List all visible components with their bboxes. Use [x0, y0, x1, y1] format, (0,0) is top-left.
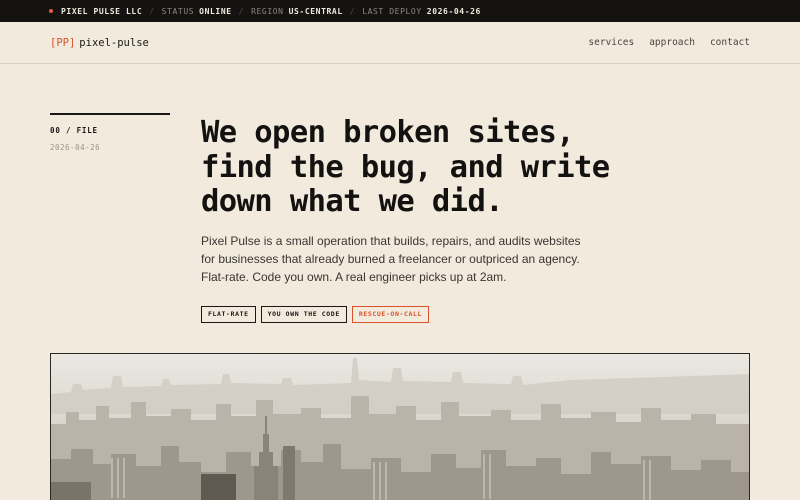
deploy-label: LAST DEPLOY: [362, 6, 422, 16]
headline-line: find the bug, and write: [201, 149, 610, 185]
status-value: ONLINE: [199, 6, 232, 16]
headline-line: We open broken sites,: [201, 115, 575, 150]
intro-line: Pixel Pulse is a small operation that bu…: [201, 234, 581, 248]
tag-flat-rate: FLAT-RATE: [201, 306, 256, 323]
headline-line: down what we did.: [201, 184, 504, 219]
hero-image: [50, 353, 750, 500]
nav-link-approach[interactable]: approach: [649, 37, 695, 48]
separator: /: [349, 6, 356, 16]
page-title: We open broken sites, find the bug, and …: [201, 115, 761, 220]
status-dot-icon: [49, 9, 53, 13]
company-name: PIXEL PULSE LLC: [61, 6, 143, 16]
deploy-value: 2026-04-26: [426, 6, 481, 16]
region-label: REGION: [251, 6, 284, 16]
file-meta: 00 / FILE 2026-04-26: [50, 113, 170, 152]
status-bar: PIXEL PULSE LLC / STATUS ONLINE / REGION…: [0, 0, 800, 22]
divider: [50, 113, 170, 115]
site-header: [PP] pixel-pulse services approach contac…: [0, 22, 800, 64]
intro-paragraph: Pixel Pulse is a small operation that bu…: [201, 232, 621, 286]
nav-link-services[interactable]: services: [588, 37, 634, 48]
separator: /: [149, 6, 155, 16]
file-label: 00 / FILE: [50, 126, 98, 135]
main-nav: services approach contact: [588, 37, 750, 48]
logo-text: pixel-pulse: [79, 36, 149, 49]
intro-line: for businesses that already burned a fre…: [201, 252, 580, 266]
status-label: STATUS: [161, 6, 195, 16]
feature-tags: FLAT-RATE YOU OWN THE CODE RESCUE-ON-CAL…: [201, 306, 430, 323]
logo-link[interactable]: [PP] pixel-pulse: [50, 37, 149, 49]
tag-own-code: YOU OWN THE CODE: [260, 306, 347, 323]
city-skyline-image: [51, 354, 749, 500]
tag-rescue-on-call: RESCUE-ON-CALL: [351, 306, 430, 323]
region-value: US-CENTRAL: [288, 6, 343, 16]
file-date: 2026-04-26: [50, 143, 101, 152]
intro-line: Flat-rate. Code you own. A real engineer…: [201, 270, 507, 284]
nav-link-contact[interactable]: contact: [710, 37, 750, 48]
separator: /: [238, 6, 245, 16]
logo-tag: [PP]: [50, 36, 76, 49]
